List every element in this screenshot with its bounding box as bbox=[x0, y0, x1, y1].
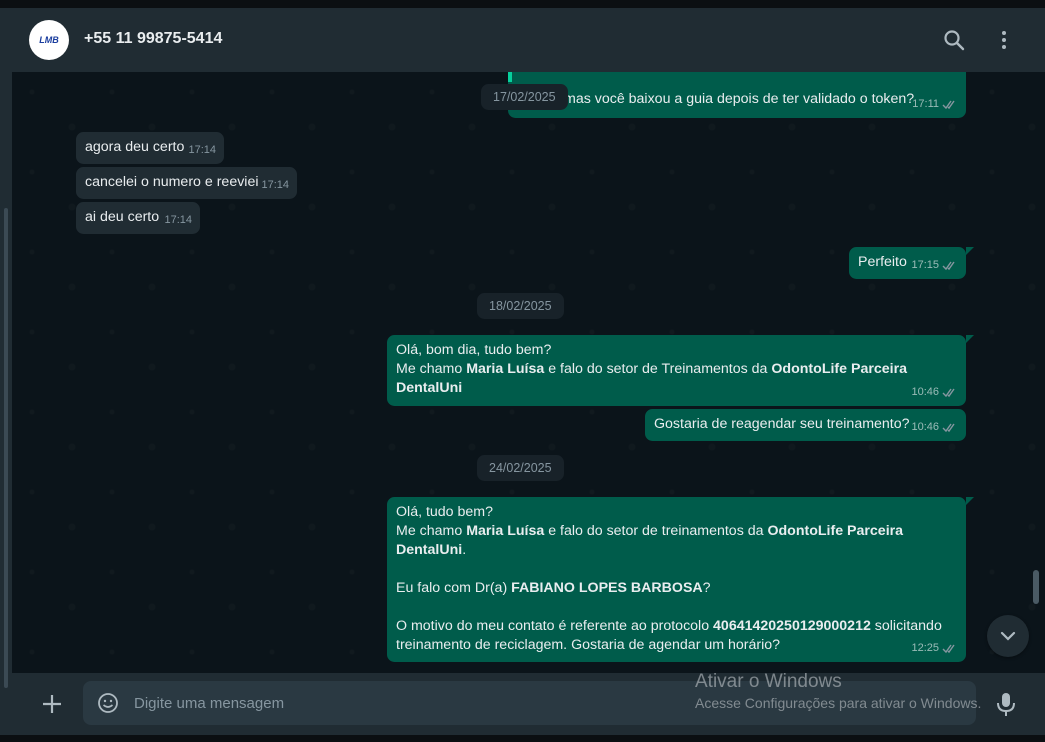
message-line: Olá, tudo bem? bbox=[396, 504, 494, 520]
message-line: Olá, bom dia, tudo bem? bbox=[396, 342, 552, 358]
quoted-reply-bar bbox=[508, 72, 512, 82]
bubble-tail bbox=[966, 497, 974, 505]
chevron-down-icon bbox=[1000, 631, 1016, 641]
emoji-icon[interactable] bbox=[97, 692, 119, 714]
message-meta: 17:14 bbox=[188, 141, 216, 160]
double-check-icon bbox=[942, 644, 955, 654]
message-line: DentalUni bbox=[396, 380, 463, 396]
message-meta: 17:14 bbox=[164, 211, 192, 230]
message-line: DentalUni. bbox=[396, 542, 467, 558]
message-time: 17:15 bbox=[911, 259, 939, 271]
message-meta: 17:14 bbox=[261, 176, 289, 195]
window-bottom-edge bbox=[0, 735, 1045, 742]
message-time: 10:46 bbox=[911, 421, 939, 433]
message-time: 17:14 bbox=[261, 179, 289, 191]
microphone-icon[interactable] bbox=[994, 691, 1018, 717]
bubble-tail bbox=[966, 247, 974, 255]
message-bubble-incoming[interactable]: cancelei o numero e reeviei 17:14 bbox=[76, 167, 297, 199]
message-line: treinamento de reciclagem. Gostaria de a… bbox=[396, 637, 781, 653]
plus-icon[interactable] bbox=[39, 691, 65, 717]
message-bubble-incoming[interactable]: agora deu certo 17:14 bbox=[76, 132, 224, 164]
message-time: 17:14 bbox=[164, 214, 192, 226]
message-time: 17:14 bbox=[188, 144, 216, 156]
message-meta: 10:46 bbox=[911, 383, 958, 402]
avatar-text: LMB bbox=[39, 35, 59, 45]
message-meta: 10:46 bbox=[911, 418, 958, 437]
message-bubble-incoming[interactable]: ai deu certo 17:14 bbox=[76, 202, 200, 234]
message-line: Me chamo Maria Luísa e falo do setor de … bbox=[396, 523, 904, 539]
message-meta: 12:25 bbox=[911, 639, 958, 658]
double-check-icon bbox=[942, 100, 955, 110]
message-text: mas você baixou a guia depois de ter val… bbox=[564, 91, 915, 107]
left-panel-edge bbox=[0, 8, 12, 742]
message-text: cancelei o numero e reeviei bbox=[85, 174, 259, 190]
double-check-icon bbox=[942, 423, 955, 433]
message-bubble-outgoing[interactable]: Perfeito 17:15 bbox=[849, 247, 974, 279]
double-check-icon bbox=[942, 388, 955, 398]
date-separator: 17/02/2025 bbox=[481, 84, 568, 110]
message-bubble-outgoing[interactable]: Olá, tudo bem? Me chamo Maria Luísa e fa… bbox=[387, 497, 974, 662]
message-bubble-outgoing[interactable]: Gostaria de reagendar seu treinamento? 1… bbox=[645, 409, 966, 441]
message-meta: 17:11 bbox=[912, 95, 958, 114]
chat-area[interactable]: mas você baixou a guia depois de ter val… bbox=[12, 72, 1045, 673]
message-line: Me chamo Maria Luísa e falo do setor de … bbox=[396, 361, 907, 377]
scroll-down-button[interactable] bbox=[987, 615, 1029, 657]
activation-watermark-subtitle: Acesse Configurações para ativar o Windo… bbox=[695, 695, 982, 711]
menu-dots-icon[interactable] bbox=[992, 28, 1016, 52]
message-input-placeholder: Digite uma mensagem bbox=[134, 695, 285, 712]
contact-name[interactable]: +55 11 99875-5414 bbox=[84, 30, 222, 48]
chat-scrollbar-thumb[interactable] bbox=[1033, 570, 1039, 604]
message-time: 10:46 bbox=[911, 386, 939, 398]
message-bubble-outgoing[interactable]: mas você baixou a guia depois de ter val… bbox=[508, 72, 966, 118]
window-top-edge bbox=[0, 0, 1045, 8]
message-meta: 17:15 bbox=[911, 256, 958, 275]
message-time: 17:11 bbox=[912, 98, 939, 110]
avatar[interactable]: LMB bbox=[29, 20, 69, 60]
search-icon[interactable] bbox=[942, 28, 966, 52]
bubble-tail bbox=[966, 335, 974, 343]
chat-header[interactable]: LMB +55 11 99875-5414 bbox=[12, 8, 1045, 72]
double-check-icon bbox=[942, 261, 955, 271]
message-time: 12:25 bbox=[911, 642, 939, 654]
activation-watermark-title: Ativar o Windows bbox=[695, 671, 842, 692]
left-scrollbar-thumb[interactable] bbox=[4, 208, 8, 688]
date-separator: 18/02/2025 bbox=[477, 293, 564, 319]
message-bubble-outgoing[interactable]: Olá, bom dia, tudo bem? Me chamo Maria L… bbox=[387, 335, 974, 406]
message-line: O motivo do meu contato é referente ao p… bbox=[396, 618, 942, 634]
date-separator: 24/02/2025 bbox=[477, 455, 564, 481]
message-line: Eu falo com Dr(a) FABIANO LOPES BARBOSA? bbox=[396, 580, 711, 596]
